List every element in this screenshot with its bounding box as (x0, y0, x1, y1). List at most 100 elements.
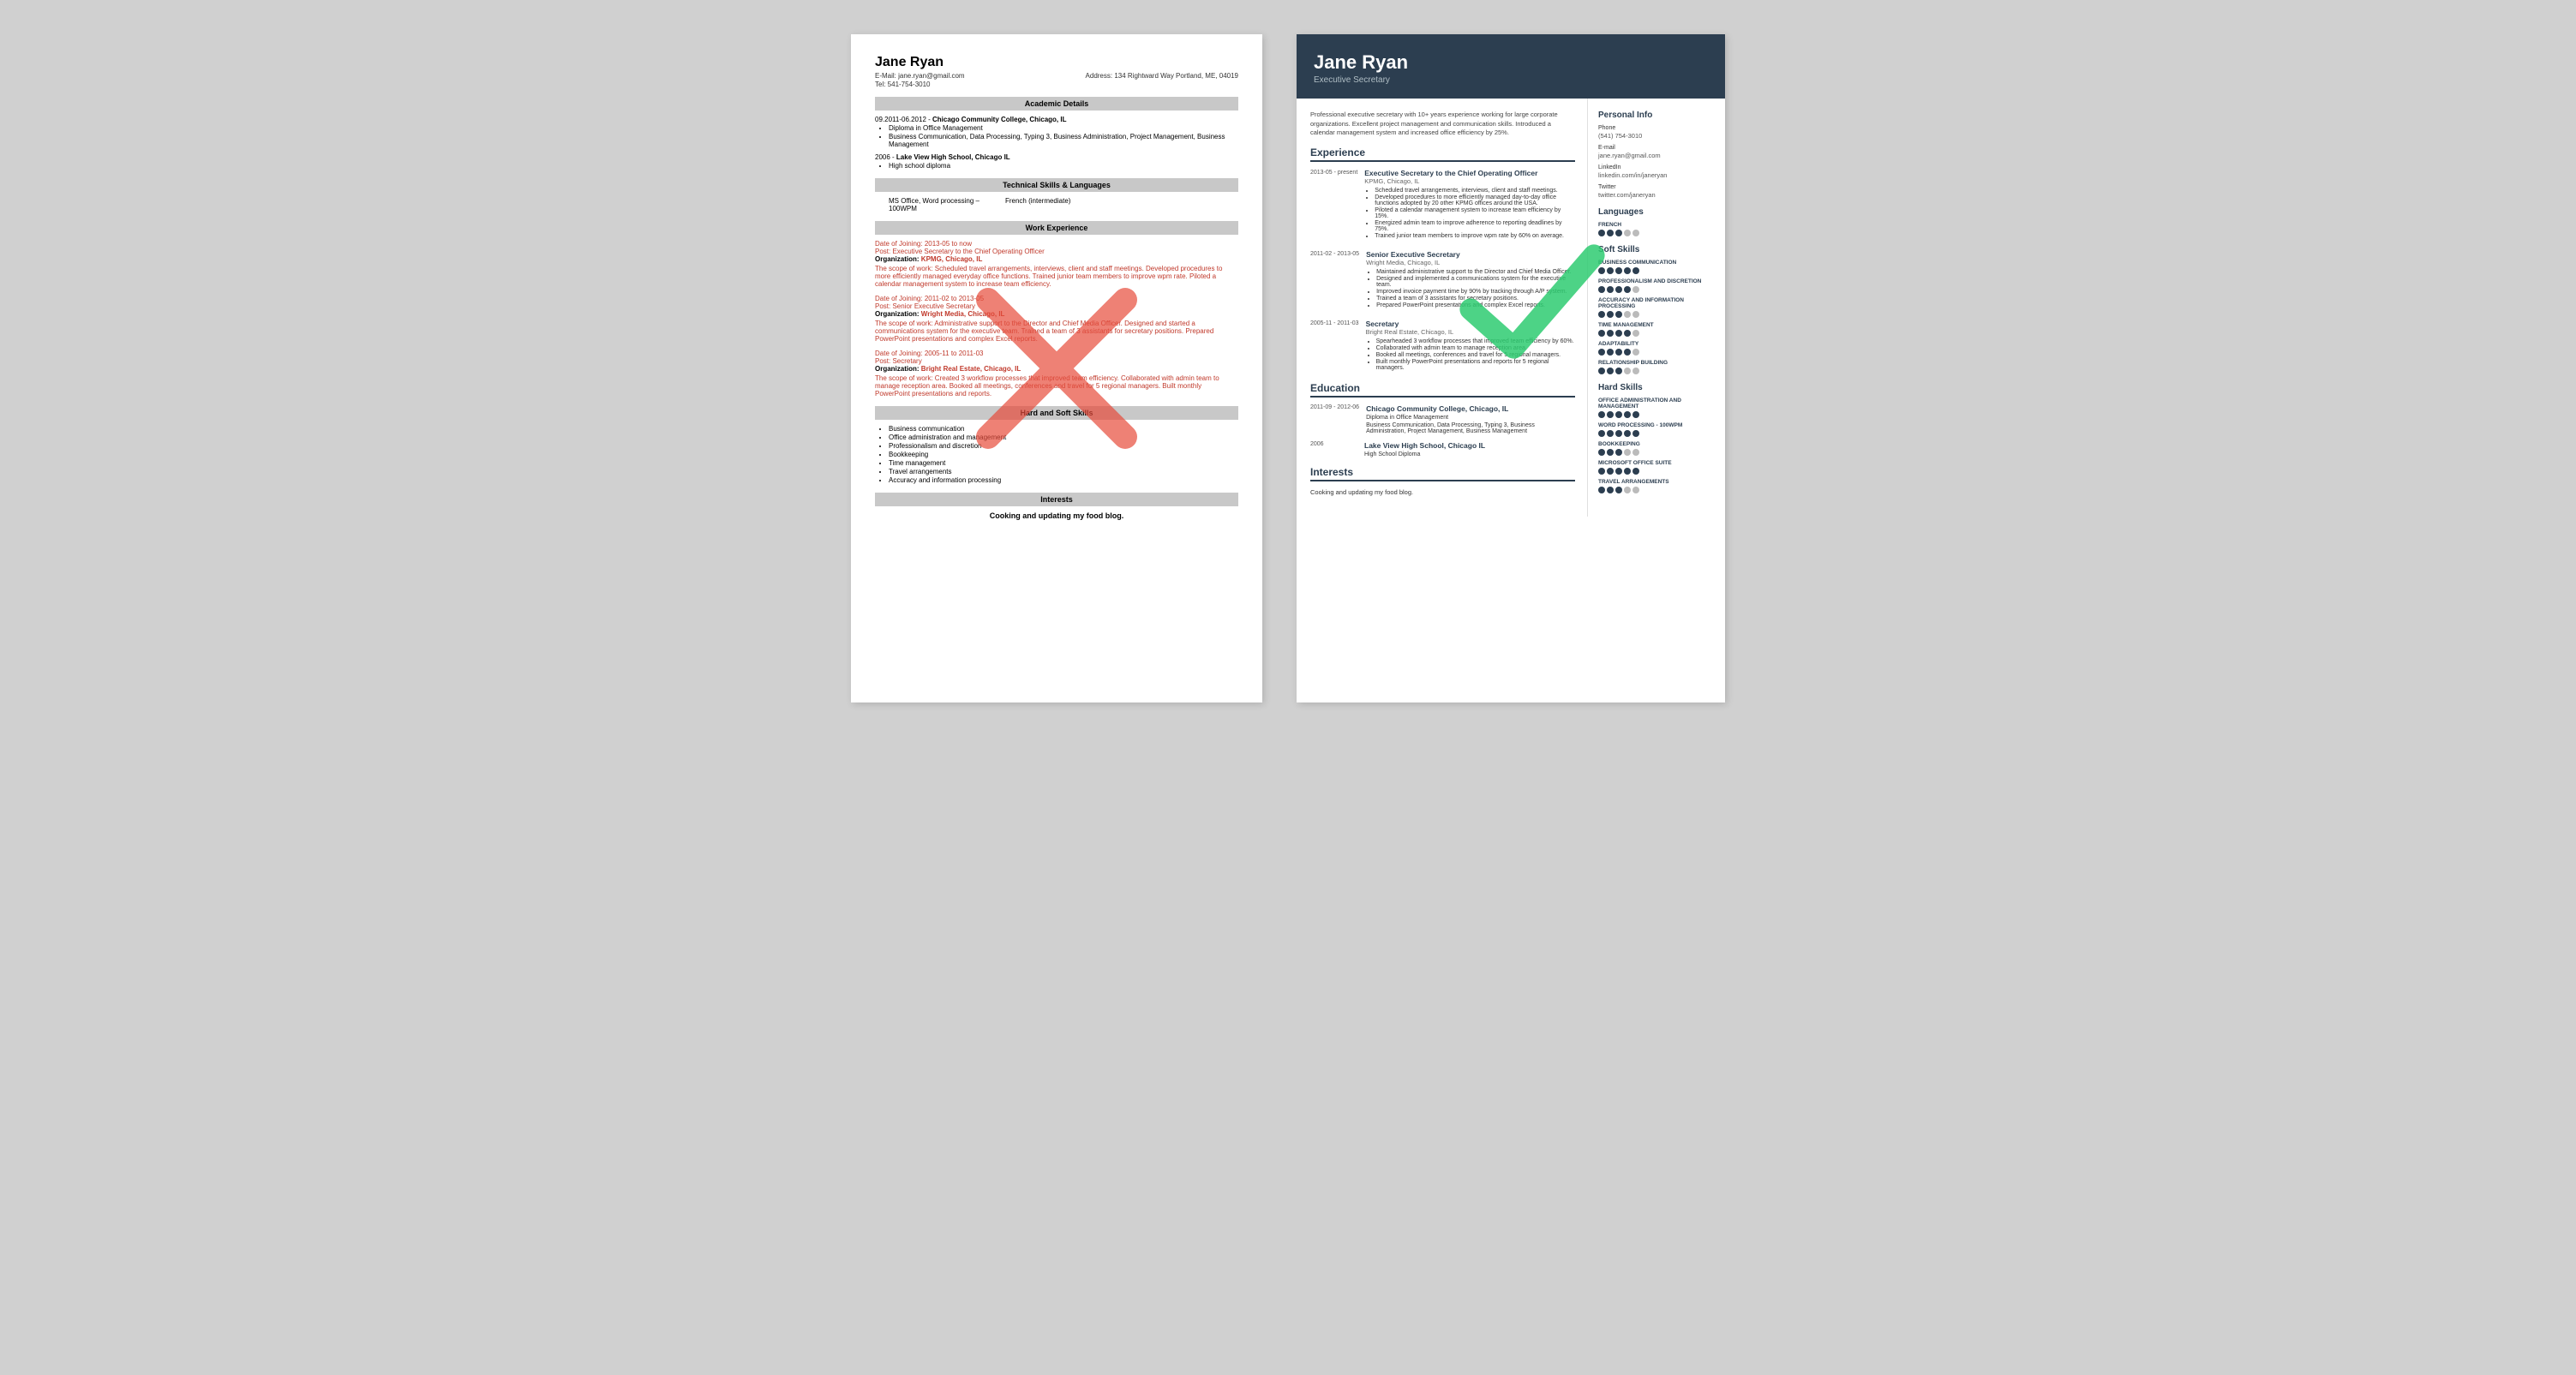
education-section: Education 2011-09 - 2012-06 Chicago Comm… (1310, 382, 1575, 457)
skill-6: Accuracy and information processing (889, 476, 1238, 484)
exp-job-3: Secretary (1366, 320, 1575, 328)
skills-row: MS Office, Word processing – French (int… (875, 197, 1238, 205)
languages-title: Languages (1598, 207, 1715, 217)
work-date-label-3: Date of Joining: (875, 350, 923, 357)
dot (1624, 487, 1631, 493)
soft-skill-4: ADAPTABILITY (1598, 341, 1715, 356)
dot (1632, 286, 1639, 293)
dot (1598, 368, 1605, 374)
dot (1624, 267, 1631, 274)
exp-company-1: KPMG, Chicago, IL (1364, 177, 1575, 185)
interests-heading: Interests (1310, 466, 1575, 481)
right-header: Jane Ryan Executive Secretary (1297, 34, 1725, 99)
edu-bullet-1-1: Business Communication, Data Processing,… (889, 133, 1238, 148)
exp-job-2: Senior Executive Secretary (1366, 250, 1575, 259)
hard-skills-title: Hard Skills (1598, 383, 1715, 392)
right-edu-item-1: 2011-09 - 2012-06 Chicago Community Coll… (1310, 404, 1575, 434)
dot (1632, 449, 1639, 456)
dot (1615, 330, 1622, 337)
skill-4: Time management (889, 459, 1238, 467)
dot (1624, 349, 1631, 356)
exp-item-3: 2005-11 - 2011-03 Secretary Bright Real … (1310, 320, 1575, 372)
main-column: Professional executive secretary with 10… (1297, 99, 1588, 517)
dot (1624, 286, 1631, 293)
dot (1598, 311, 1605, 318)
exp-3-b3: Built monthly PowerPoint presentations a… (1376, 359, 1575, 371)
dot (1598, 349, 1605, 356)
dot (1615, 430, 1622, 437)
education-heading: Education (1310, 382, 1575, 398)
dot (1632, 411, 1639, 418)
hard-skill-dots-2 (1598, 449, 1715, 456)
work-post-3: Secretary (892, 357, 921, 365)
exp-3-b2: Booked all meetings, conferences and tra… (1376, 352, 1575, 358)
work-org-label-1: Organization: (875, 255, 920, 263)
left-header: Jane Ryan E-Mail: jane.ryan@gmail.com Te… (875, 55, 1238, 88)
dot (1632, 311, 1639, 318)
linkedin-label: LinkedIn (1598, 164, 1715, 170)
soft-skill-name-2: ACCURACY AND INFORMATION PROCESSING (1598, 297, 1715, 309)
dot (1598, 449, 1605, 456)
work-desc-1: The scope of work: Scheduled travel arra… (875, 265, 1238, 288)
exp-date-3: 2005-11 - 2011-03 (1310, 320, 1359, 372)
dot (1624, 230, 1631, 236)
edu-item-1: 09.2011-06.2012 - Chicago Community Coll… (875, 116, 1238, 148)
dot (1598, 230, 1605, 236)
work-post-label-3: Post: (875, 357, 890, 365)
dot (1632, 430, 1639, 437)
dot (1624, 468, 1631, 475)
exp-1-b1: Developed procedures to more efficiently… (1375, 194, 1575, 206)
right-title: Executive Secretary (1314, 75, 1708, 85)
work-date-label-1: Date of Joining: (875, 240, 923, 248)
exp-company-2: Wright Media, Chicago, IL (1366, 259, 1575, 266)
edu-school-1: Chicago Community College, Chicago, IL (932, 116, 1066, 123)
summary-text: Professional executive secretary with 10… (1310, 111, 1575, 138)
exp-date-2: 2011-02 - 2013-05 (1310, 250, 1359, 309)
soft-skill-name-4: ADAPTABILITY (1598, 341, 1715, 347)
right-interests: Cooking and updating my food blog. (1310, 488, 1575, 496)
dot (1624, 330, 1631, 337)
tech-languages: French (intermediate) (1005, 197, 1070, 205)
exp-1-b2: Piloted a calendar management system to … (1375, 207, 1575, 219)
skills-section-title: Hard and Soft Skills (875, 406, 1238, 420)
hard-skill-0: OFFICE ADMINISTRATION AND MANAGEMENT (1598, 398, 1715, 418)
phone-label: Phone (1598, 125, 1715, 131)
work-item-3: Date of Joining: 2005-11 to 2011-03 Post… (875, 350, 1238, 398)
hard-skill-dots-0 (1598, 411, 1715, 418)
dot (1598, 411, 1605, 418)
soft-skill-name-5: RELATIONSHIP BUILDING (1598, 360, 1715, 366)
tech-skills: MS Office, Word processing – (889, 197, 979, 205)
exp-1-b0: Scheduled travel arrangements, interview… (1375, 188, 1575, 194)
soft-skill-name-3: TIME MANAGEMENT (1598, 322, 1715, 328)
exp-date-1: 2013-05 - present (1310, 169, 1357, 240)
skill-1: Office administration and management (889, 433, 1238, 441)
soft-skills-title: Soft Skills (1598, 245, 1715, 254)
work-desc-2: The scope of work: Administrative suppor… (875, 320, 1213, 343)
dot (1598, 487, 1605, 493)
work-org-3: Bright Real Estate, Chicago, IL (921, 365, 1021, 373)
academic-section-title: Academic Details (875, 97, 1238, 111)
dot (1632, 349, 1639, 356)
right-edu-extra-1: Business Communication, Data Processing,… (1366, 422, 1575, 434)
work-post-1: Executive Secretary to the Chief Operati… (892, 248, 1044, 255)
dot (1615, 311, 1622, 318)
hard-skill-name-4: TRAVEL ARRANGEMENTS (1598, 479, 1715, 485)
hard-skill-3: MICROSOFT OFFICE SUITE (1598, 460, 1715, 475)
interests-section-title: Interests (875, 493, 1238, 506)
dot (1607, 368, 1614, 374)
skill-3: Bookkeeping (889, 451, 1238, 458)
soft-skill-5: RELATIONSHIP BUILDING (1598, 360, 1715, 374)
dot (1607, 286, 1614, 293)
work-org-label-2: Organization: (875, 310, 920, 318)
right-edu-school-2: Lake View High School, Chicago IL (1364, 441, 1575, 450)
dot (1607, 449, 1614, 456)
exp-1-b4: Trained junior team members to improve w… (1375, 233, 1575, 239)
email-label: E-mail (1598, 145, 1715, 151)
resume-left: Jane Ryan E-Mail: jane.ryan@gmail.com Te… (851, 34, 1262, 702)
right-name: Jane Ryan (1314, 51, 1708, 74)
edu-date-2: 2006 (875, 153, 890, 161)
typing-speed: 100WPM (875, 205, 1238, 212)
exp-2-b1: Designed and implemented a communication… (1376, 276, 1575, 288)
dot (1607, 349, 1614, 356)
right-edu-school-1: Chicago Community College, Chicago, IL (1366, 404, 1575, 413)
